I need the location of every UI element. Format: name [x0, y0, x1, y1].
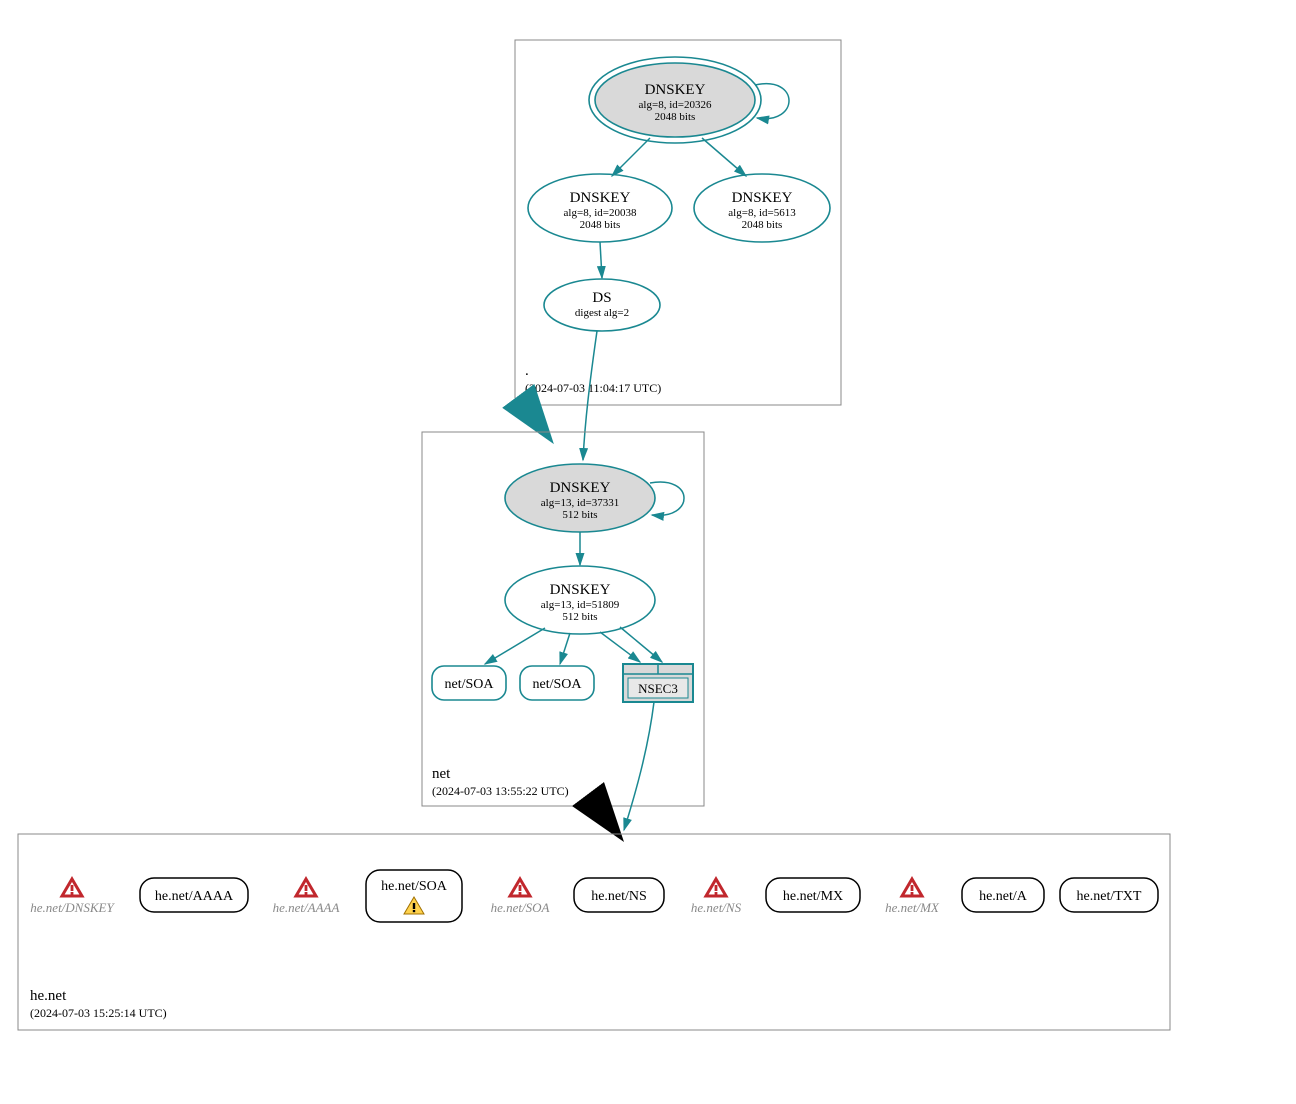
edge-zsk-nsec3b	[620, 627, 662, 662]
net-ksk-node[interactable]: DNSKEY alg=13, id=37331 512 bits	[505, 464, 655, 532]
henet-soa-node[interactable]: he.net/SOA	[366, 870, 462, 922]
henet-warn-mx[interactable]: he.net/MX	[885, 879, 940, 915]
zone-henet: he.net (2024-07-03 15:25:14 UTC) he.net/…	[18, 834, 1170, 1030]
henet-a-node[interactable]: he.net/A	[962, 878, 1044, 912]
edge-zsk-soa1	[485, 628, 545, 664]
edge-root-ksk-self	[755, 84, 789, 119]
svg-text:DNSKEY: DNSKEY	[732, 190, 793, 206]
svg-text:alg=13, id=37331: alg=13, id=37331	[541, 497, 619, 509]
henet-warn-ns[interactable]: he.net/NS	[691, 879, 742, 915]
svg-text:he.net/NS: he.net/NS	[591, 889, 647, 904]
henet-aaaa-node[interactable]: he.net/AAAA	[140, 878, 248, 912]
svg-text:alg=13, id=51809: alg=13, id=51809	[541, 599, 620, 611]
svg-text:he.net/AAAA: he.net/AAAA	[273, 900, 340, 915]
root-zsk1-node[interactable]: DNSKEY alg=8, id=20038 2048 bits	[528, 174, 672, 242]
svg-text:alg=8, id=20038: alg=8, id=20038	[564, 207, 637, 219]
svg-text:DNSKEY: DNSKEY	[570, 190, 631, 206]
svg-text:512 bits: 512 bits	[562, 509, 597, 521]
svg-text:he.net/MX: he.net/MX	[885, 900, 940, 915]
henet-txt-node[interactable]: he.net/TXT	[1060, 878, 1158, 912]
edge-root-to-net-thick	[525, 405, 542, 428]
svg-text:alg=8, id=5613: alg=8, id=5613	[728, 207, 796, 219]
edge-zsk-nsec3a	[600, 632, 640, 662]
svg-text:he.net/AAAA: he.net/AAAA	[155, 889, 234, 904]
svg-text:he.net/NS: he.net/NS	[691, 900, 742, 915]
henet-warn-soa[interactable]: he.net/SOA	[491, 879, 550, 915]
henet-warn-aaaa[interactable]: he.net/AAAA	[273, 879, 340, 915]
henet-warn-dnskey[interactable]: he.net/DNSKEY	[30, 879, 115, 915]
henet-ns-node[interactable]: he.net/NS	[574, 878, 664, 912]
root-zsk2-node[interactable]: DNSKEY alg=8, id=5613 2048 bits	[694, 174, 830, 242]
svg-text:DNSKEY: DNSKEY	[550, 582, 611, 598]
edge-zsk-soa2	[560, 633, 570, 664]
svg-text:net/SOA: net/SOA	[533, 677, 583, 692]
zone-root: . (2024-07-03 11:04:17 UTC) DNSKEY alg=8…	[515, 40, 841, 405]
zone-henet-label: he.net	[30, 988, 67, 1004]
net-zsk-node[interactable]: DNSKEY alg=13, id=51809 512 bits	[505, 566, 655, 634]
svg-text:he.net/A: he.net/A	[979, 889, 1028, 904]
svg-text:net/SOA: net/SOA	[445, 677, 495, 692]
svg-text:digest alg=2: digest alg=2	[575, 307, 629, 319]
edge-net-to-henet-black	[597, 806, 612, 826]
svg-text:he.net/TXT: he.net/TXT	[1077, 889, 1142, 904]
zone-net: net (2024-07-03 13:55:22 UTC) DNSKEY alg…	[422, 432, 704, 806]
svg-text:he.net/SOA: he.net/SOA	[381, 879, 448, 894]
svg-text:2048 bits: 2048 bits	[742, 219, 783, 231]
zone-root-timestamp: (2024-07-03 11:04:17 UTC)	[525, 381, 661, 395]
svg-text:DNSKEY: DNSKEY	[550, 480, 611, 496]
svg-text:alg=8, id=20326: alg=8, id=20326	[639, 99, 712, 111]
svg-text:2048 bits: 2048 bits	[655, 111, 696, 123]
zone-root-label: .	[525, 363, 529, 379]
net-soa2-node[interactable]: net/SOA	[520, 666, 594, 700]
root-ds-node[interactable]: DS digest alg=2	[544, 279, 660, 331]
svg-text:2048 bits: 2048 bits	[580, 219, 621, 231]
zone-henet-timestamp: (2024-07-03 15:25:14 UTC)	[30, 1006, 167, 1020]
svg-text:NSEC3: NSEC3	[638, 681, 678, 696]
svg-text:he.net/DNSKEY: he.net/DNSKEY	[30, 900, 115, 915]
net-nsec3-node[interactable]: NSEC3	[623, 664, 693, 702]
edge-ksk-zsk1	[612, 138, 650, 176]
svg-text:512 bits: 512 bits	[562, 611, 597, 623]
edge-nsec3-to-henet	[624, 702, 654, 830]
zone-net-label: net	[432, 766, 451, 782]
svg-text:DS: DS	[592, 290, 611, 306]
edge-ds-to-net-ksk	[583, 331, 597, 460]
svg-text:he.net/MX: he.net/MX	[783, 889, 843, 904]
edge-zsk1-ds	[600, 242, 602, 278]
henet-mx-node[interactable]: he.net/MX	[766, 878, 860, 912]
zone-net-timestamp: (2024-07-03 13:55:22 UTC)	[432, 784, 569, 798]
edge-ksk-zsk2	[702, 138, 746, 176]
root-ksk-node[interactable]: DNSKEY alg=8, id=20326 2048 bits	[589, 57, 761, 143]
svg-text:he.net/SOA: he.net/SOA	[491, 900, 550, 915]
net-soa1-node[interactable]: net/SOA	[432, 666, 506, 700]
svg-text:DNSKEY: DNSKEY	[645, 82, 706, 98]
